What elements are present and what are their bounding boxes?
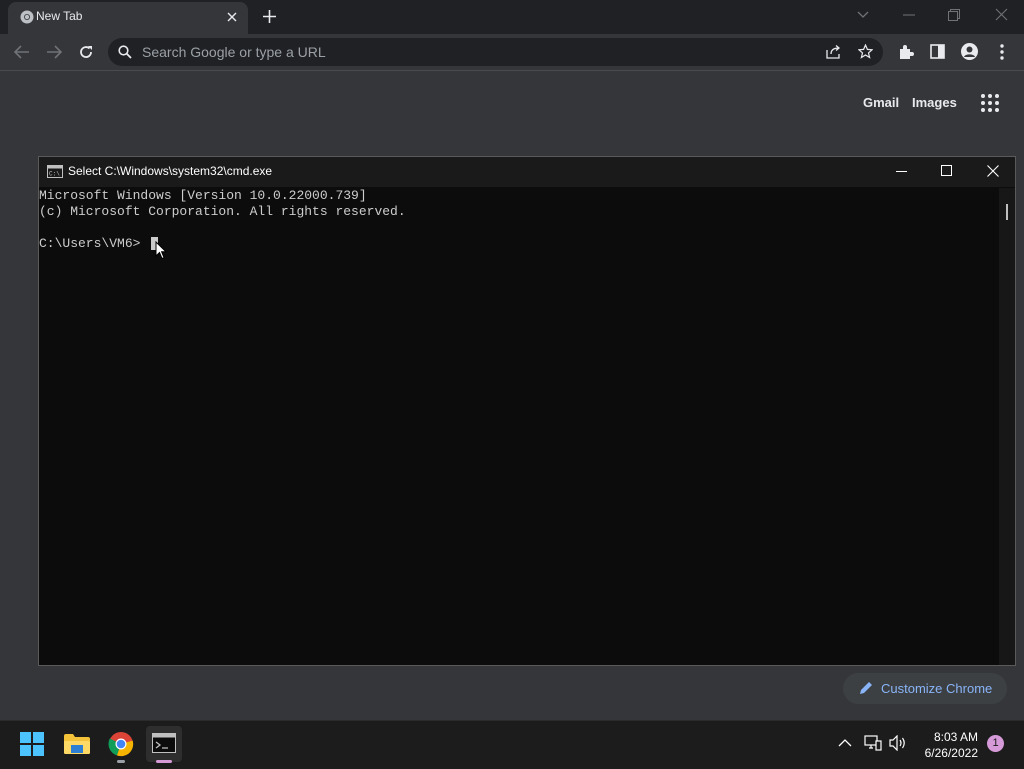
clock-date[interactable]: 6/26/2022 — [906, 746, 978, 760]
close-tab-icon[interactable] — [226, 11, 238, 23]
svg-text:C:\: C:\ — [49, 171, 60, 178]
back-icon[interactable] — [14, 45, 30, 59]
search-icon — [118, 45, 132, 59]
forward-icon[interactable] — [46, 45, 62, 59]
extensions-icon[interactable] — [898, 44, 914, 60]
cmd-scrollbar-thumb[interactable] — [1006, 204, 1008, 220]
cmd-window-title: Select C:\Windows\system32\cmd.exe — [68, 164, 273, 178]
close-browser-icon[interactable] — [995, 8, 1008, 21]
reload-icon[interactable] — [78, 44, 94, 60]
omnibox-placeholder: Search Google or type a URL — [142, 44, 326, 60]
cmd-app-icon: C:\ — [47, 165, 63, 178]
cmd-scrollbar[interactable] — [999, 188, 1015, 665]
tab-title: New Tab — [36, 9, 83, 23]
apps-grid-icon[interactable] — [981, 94, 999, 112]
menu-icon[interactable] — [1000, 44, 1004, 60]
chrome-icon[interactable] — [108, 731, 134, 757]
cmd-prompt[interactable]: C:\Users\VM6> — [39, 236, 140, 252]
cmd-output-line: (c) Microsoft Corporation. All rights re… — [39, 204, 406, 219]
restore-browser-icon[interactable] — [948, 9, 960, 21]
mouse-pointer-icon — [155, 241, 167, 260]
cmd-output-line: Microsoft Windows [Version 10.0.22000.73… — [39, 188, 367, 203]
clock-time[interactable]: 8:03 AM — [916, 730, 978, 744]
bookmark-star-icon[interactable] — [858, 44, 873, 59]
minimize-browser-icon[interactable] — [903, 14, 915, 16]
terminal-icon — [152, 733, 176, 753]
profile-icon[interactable] — [961, 43, 978, 60]
images-link[interactable]: Images — [912, 95, 957, 110]
side-panel-icon[interactable] — [930, 44, 945, 59]
share-icon[interactable] — [826, 45, 841, 59]
network-icon[interactable] — [864, 735, 882, 751]
close-cmd-icon[interactable] — [987, 165, 999, 177]
cmd-window — [38, 156, 1016, 666]
notification-badge[interactable]: 1 — [987, 735, 1004, 752]
maximize-cmd-icon[interactable] — [941, 165, 952, 176]
pencil-icon — [859, 681, 873, 695]
tab-search-icon[interactable] — [856, 10, 870, 20]
new-tab-icon[interactable] — [262, 9, 277, 24]
minimize-cmd-icon[interactable] — [896, 171, 907, 172]
volume-icon[interactable] — [889, 735, 907, 751]
start-icon[interactable] — [20, 732, 44, 756]
terminal-active-indicator — [156, 760, 172, 763]
gmail-link[interactable]: Gmail — [863, 95, 899, 110]
chrome-running-indicator — [117, 760, 125, 763]
file-explorer-icon[interactable] — [64, 733, 90, 755]
hidden-icons-chevron-icon[interactable] — [838, 738, 852, 747]
chrome-icon — [20, 10, 34, 24]
customize-chrome-label: Customize Chrome — [881, 681, 993, 696]
